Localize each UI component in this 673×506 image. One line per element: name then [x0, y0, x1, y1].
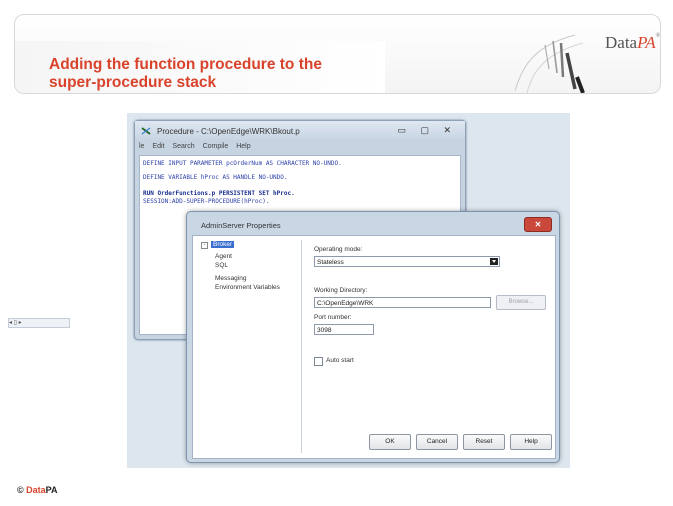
menu-help[interactable]: Help — [236, 143, 250, 150]
panel-divider — [301, 240, 302, 453]
operating-mode-value: Stateless — [317, 259, 344, 266]
slide-title: Adding the function procedure to the sup… — [49, 56, 389, 92]
tree-expand-icon[interactable]: - — [201, 242, 208, 249]
logo-registered-mark: ® — [655, 33, 661, 39]
working-directory-label: Working Directory: — [314, 287, 368, 294]
port-number-input[interactable]: 3098 — [314, 324, 374, 335]
chevron-down-icon[interactable] — [490, 258, 498, 265]
menu-edit[interactable]: Edit — [152, 143, 164, 150]
slide-footer: © DataPA — [17, 485, 58, 495]
procedure-editor-icon — [141, 127, 151, 135]
ok-button[interactable]: OK — [369, 434, 411, 450]
property-tree: - Broker Agent SQL Messaging Environment… — [201, 240, 291, 450]
editor-menubar: le Edit Search Compile Help — [139, 143, 461, 154]
help-button[interactable]: Help — [510, 434, 552, 450]
cancel-button[interactable]: Cancel — [416, 434, 458, 450]
slide-title-line-1: Adding the function procedure to the — [49, 56, 322, 73]
datapa-swoosh-logo-icon — [514, 34, 585, 93]
editor-title: Procedure - C:\OpenEdge\WRK\Bkout.p — [157, 127, 300, 136]
operating-mode-label: Operating mode: — [314, 246, 363, 253]
menu-search[interactable]: Search — [172, 143, 194, 150]
tree-item-environment-variables[interactable]: Environment Variables — [215, 284, 280, 291]
reset-button[interactable]: Reset — [463, 434, 505, 450]
operating-mode-select[interactable]: Stateless — [314, 256, 500, 267]
working-directory-input[interactable]: C:\OpenEdge\WRK — [314, 297, 491, 308]
menu-compile[interactable]: Compile — [203, 143, 229, 150]
browse-button[interactable]: Browse... — [496, 295, 546, 310]
footer-brand-data: Data — [26, 485, 46, 495]
copyright-symbol: © — [17, 485, 27, 495]
auto-start-checkbox[interactable] — [314, 357, 323, 366]
slide-title-line-2: super-procedure stack — [49, 74, 217, 91]
port-number-label: Port number: — [314, 314, 352, 321]
tree-item-broker[interactable]: Broker — [211, 241, 235, 248]
tree-item-messaging[interactable]: Messaging — [215, 275, 246, 282]
adminserver-properties-dialog[interactable]: AdminServer Properties ✕ - Broker Agent … — [186, 211, 560, 463]
window-controls[interactable]: ▭ ▢ ✕ — [397, 125, 457, 136]
dialog-content: - Broker Agent SQL Messaging Environment… — [192, 235, 556, 459]
code-line: DEFINE VARIABLE hProc AS HANDLE NO-UNDO. — [143, 174, 288, 181]
menu-file[interactable]: le — [139, 143, 144, 150]
tree-item-sql[interactable]: SQL — [215, 262, 228, 269]
slide-header: Adding the function procedure to the sup… — [14, 14, 661, 94]
logo-pa-text: PA — [637, 33, 656, 52]
code-line: DEFINE INPUT PARAMETER pcOrderNum AS CHA… — [143, 160, 342, 167]
tree-item-agent[interactable]: Agent — [215, 253, 232, 260]
datapa-logo: DataPA® — [605, 33, 660, 53]
footer-brand-pa: PA — [45, 485, 58, 495]
dialog-title: AdminServer Properties — [201, 221, 281, 230]
close-icon[interactable]: ✕ — [524, 217, 552, 232]
code-line: SESSION:ADD-SUPER-PROCEDURE(hProc). — [143, 198, 270, 205]
editor-horizontal-scrollbar[interactable]: ◂ ▯ ▸ — [8, 318, 70, 328]
editor-titlebar[interactable]: Procedure - C:\OpenEdge\WRK\Bkout.p ▭ ▢ … — [135, 121, 465, 143]
code-line: RUN OrderFunctions.p PERSISTENT SET hPro… — [143, 190, 295, 197]
auto-start-label: Auto start — [326, 357, 354, 364]
logo-data-text: Data — [605, 33, 638, 52]
